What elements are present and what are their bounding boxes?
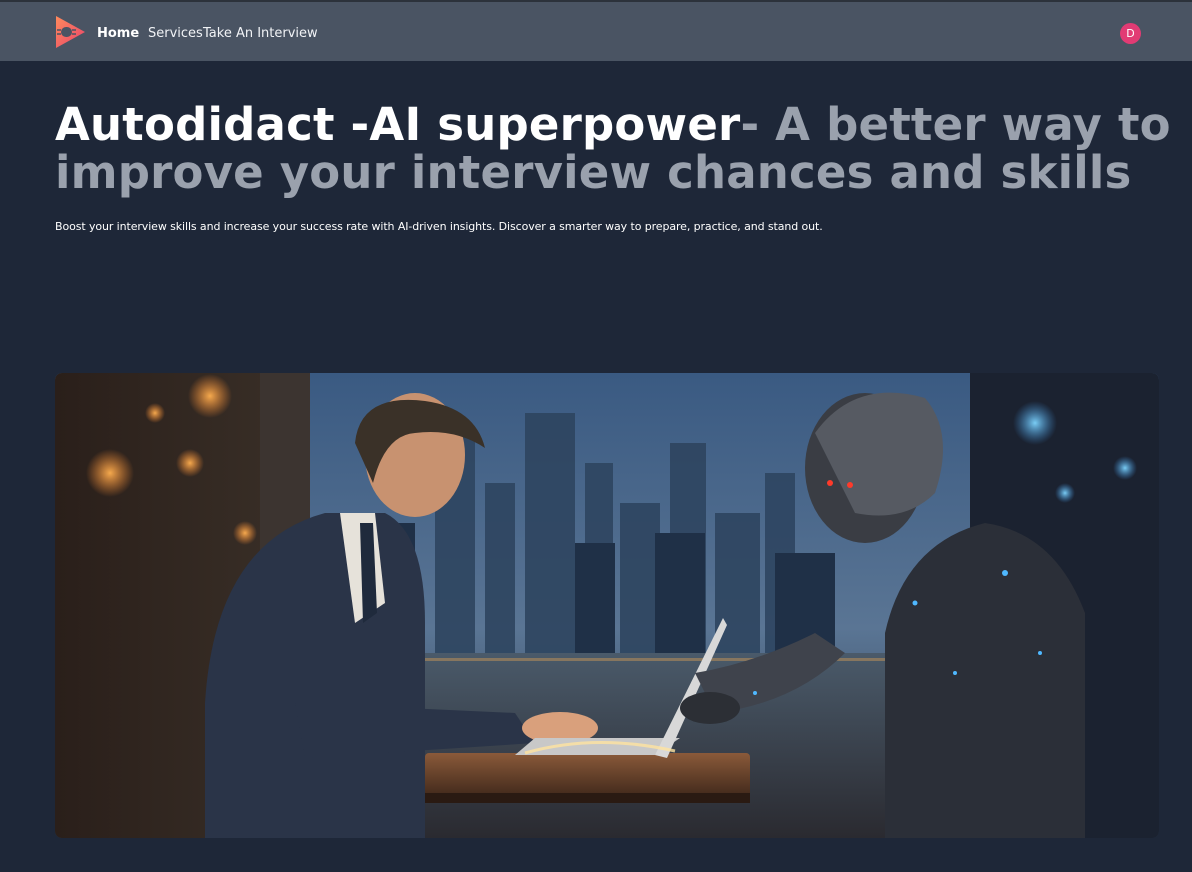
nav-services-link[interactable]: Services bbox=[148, 26, 203, 41]
play-mic-logo-icon[interactable] bbox=[53, 14, 87, 50]
user-avatar-icon[interactable]: D bbox=[1120, 23, 1141, 44]
hero-title-main: Autodidact -AI superpower bbox=[55, 98, 741, 151]
top-navigation-bar: Home Services Take An Interview D bbox=[0, 0, 1192, 61]
hero-title: Autodidact -AI superpower- A better way … bbox=[55, 101, 1175, 197]
nav-home-link[interactable]: Home bbox=[97, 26, 139, 41]
nav-take-interview-link[interactable]: Take An Interview bbox=[203, 26, 318, 41]
hero-subtitle: Boost your interview skills and increase… bbox=[55, 220, 823, 233]
hero-illustration-image bbox=[55, 373, 1159, 838]
